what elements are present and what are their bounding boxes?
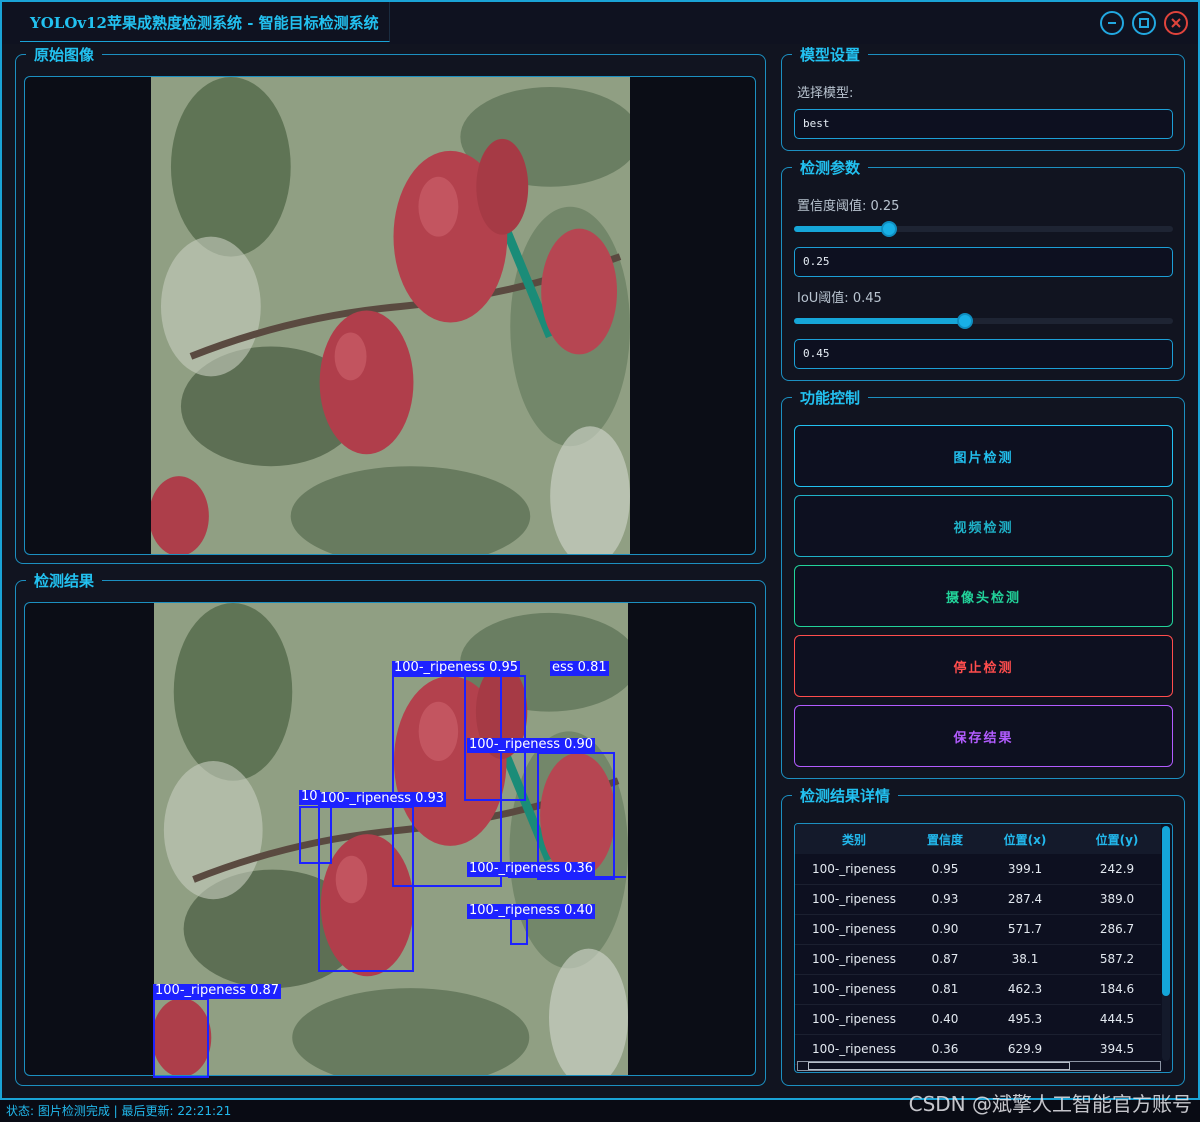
cell-y: 286.7 bbox=[1073, 914, 1161, 945]
iou-slider-handle[interactable] bbox=[956, 313, 973, 329]
table-row[interactable]: 100-_ripeness 0.36 629.9 394.5 bbox=[795, 1034, 1161, 1065]
detection-label: ess 0.81 bbox=[550, 660, 609, 676]
cell-class: 100-_ripeness bbox=[795, 884, 913, 915]
cell-y: 184.6 bbox=[1073, 974, 1161, 1005]
model-settings-title: 模型设置 bbox=[792, 44, 869, 65]
title-tab: YOLOv12苹果成熟度检测系统 - 智能目标检测系统 bbox=[20, 2, 390, 42]
minimize-button[interactable] bbox=[1100, 11, 1124, 35]
detection-box bbox=[299, 806, 332, 864]
cell-class: 100-_ripeness bbox=[795, 914, 913, 945]
detection-label: 10 bbox=[299, 789, 320, 805]
horizontal-scrollbar[interactable] bbox=[797, 1061, 1161, 1071]
detection-label: 100-_ripeness 0.95 bbox=[392, 660, 521, 676]
close-button[interactable] bbox=[1164, 11, 1188, 35]
cell-x: 462.3 bbox=[977, 974, 1073, 1005]
close-icon bbox=[1171, 18, 1181, 28]
table-row[interactable]: 100-_ripeness 0.87 38.1 587.2 bbox=[795, 944, 1161, 975]
iou-slider-fill bbox=[794, 318, 965, 324]
model-select[interactable]: best bbox=[794, 109, 1173, 139]
detection-label: 100-_ripeness 0.36 bbox=[467, 861, 596, 877]
cell-class: 100-_ripeness bbox=[795, 1034, 913, 1065]
cell-class: 100-_ripeness bbox=[795, 1004, 913, 1035]
vertical-scrollbar-thumb[interactable] bbox=[1162, 826, 1170, 996]
title-bar: YOLOv12苹果成熟度检测系统 - 智能目标检测系统 bbox=[2, 2, 1198, 44]
detection-label: 100-_ripeness 0.93 bbox=[318, 791, 447, 807]
details-table: 类别 置信度 位置(x) 位置(y) 100-_ripeness 0.95 39… bbox=[795, 824, 1161, 1065]
cell-x: 287.4 bbox=[977, 884, 1073, 915]
cell-x: 571.7 bbox=[977, 914, 1073, 945]
original-image-title: 原始图像 bbox=[26, 44, 103, 65]
status-text: 状态: 图片检测完成 | 最后更新: 22:21:21 bbox=[6, 1104, 232, 1118]
maximize-icon bbox=[1139, 18, 1149, 28]
cell-confidence: 0.95 bbox=[913, 854, 977, 885]
camera-detect-button[interactable]: 摄像头检测 bbox=[794, 565, 1173, 627]
column-header[interactable]: 位置(x) bbox=[977, 824, 1073, 854]
image-detect-button[interactable]: 图片检测 bbox=[794, 425, 1173, 487]
vertical-scrollbar[interactable] bbox=[1162, 826, 1170, 1061]
cell-confidence: 0.87 bbox=[913, 944, 977, 975]
original-image bbox=[151, 77, 630, 554]
detection-box bbox=[510, 918, 528, 945]
cell-confidence: 0.90 bbox=[913, 914, 977, 945]
cell-x: 495.3 bbox=[977, 1004, 1073, 1035]
detection-label: 100-_ripeness 0.40 bbox=[467, 903, 596, 919]
confidence-slider[interactable] bbox=[794, 221, 1173, 237]
result-image-title: 检测结果 bbox=[26, 570, 103, 591]
cell-class: 100-_ripeness bbox=[795, 854, 913, 885]
confidence-label: 置信度阈值: 0.25 bbox=[797, 199, 900, 214]
window-title: YOLOv12苹果成熟度检测系统 - 智能目标检测系统 bbox=[30, 14, 379, 32]
table-row[interactable]: 100-_ripeness 0.90 571.7 286.7 bbox=[795, 914, 1161, 945]
column-header[interactable]: 类别 bbox=[795, 824, 913, 854]
cell-x: 399.1 bbox=[977, 854, 1073, 885]
table-row[interactable]: 100-_ripeness 0.95 399.1 242.9 bbox=[795, 854, 1161, 885]
detection-box bbox=[153, 998, 209, 1078]
cell-y: 587.2 bbox=[1073, 944, 1161, 975]
cell-y: 389.0 bbox=[1073, 884, 1161, 915]
iou-input[interactable]: 0.45 bbox=[794, 339, 1173, 369]
cell-class: 100-_ripeness bbox=[795, 944, 913, 975]
minimize-icon bbox=[1108, 22, 1116, 24]
cell-confidence: 0.36 bbox=[913, 1034, 977, 1065]
detection-label: 100-_ripeness 0.87 bbox=[153, 983, 282, 999]
horizontal-scrollbar-thumb[interactable] bbox=[808, 1062, 1070, 1070]
confidence-slider-fill bbox=[794, 226, 889, 232]
cell-x: 629.9 bbox=[977, 1034, 1073, 1065]
cell-y: 394.5 bbox=[1073, 1034, 1161, 1065]
details-table-frame: 类别 置信度 位置(x) 位置(y) 100-_ripeness 0.95 39… bbox=[794, 823, 1173, 1073]
watermark: CSDN @斌擎人工智能官方账号 bbox=[908, 1092, 1192, 1116]
cell-confidence: 0.40 bbox=[913, 1004, 977, 1035]
controls-title: 功能控制 bbox=[792, 387, 869, 408]
detection-label: 100-_ripeness 0.90 bbox=[467, 737, 596, 753]
table-row[interactable]: 100-_ripeness 0.93 287.4 389.0 bbox=[795, 884, 1161, 915]
stop-detect-button[interactable]: 停止检测 bbox=[794, 635, 1173, 697]
cell-y: 242.9 bbox=[1073, 854, 1161, 885]
detection-box bbox=[318, 806, 414, 972]
iou-label: IoU阈值: 0.45 bbox=[797, 291, 882, 306]
select-model-label: 选择模型: bbox=[797, 86, 854, 101]
table-header-row: 类别 置信度 位置(x) 位置(y) bbox=[795, 824, 1161, 854]
original-image-frame bbox=[24, 76, 756, 555]
details-title: 检测结果详情 bbox=[792, 785, 899, 806]
cell-class: 100-_ripeness bbox=[795, 974, 913, 1005]
cell-x: 38.1 bbox=[977, 944, 1073, 975]
iou-slider[interactable] bbox=[794, 313, 1173, 329]
confidence-slider-handle[interactable] bbox=[880, 221, 897, 237]
save-results-button[interactable]: 保存结果 bbox=[794, 705, 1173, 767]
maximize-button[interactable] bbox=[1132, 11, 1156, 35]
column-header[interactable]: 位置(y) bbox=[1073, 824, 1161, 854]
column-header[interactable]: 置信度 bbox=[913, 824, 977, 854]
video-detect-button[interactable]: 视频检测 bbox=[794, 495, 1173, 557]
table-row[interactable]: 100-_ripeness 0.40 495.3 444.5 bbox=[795, 1004, 1161, 1035]
cell-confidence: 0.93 bbox=[913, 884, 977, 915]
confidence-input[interactable]: 0.25 bbox=[794, 247, 1173, 277]
detect-params-title: 检测参数 bbox=[792, 157, 869, 178]
table-row[interactable]: 100-_ripeness 0.81 462.3 184.6 bbox=[795, 974, 1161, 1005]
cell-y: 444.5 bbox=[1073, 1004, 1161, 1035]
cell-confidence: 0.81 bbox=[913, 974, 977, 1005]
